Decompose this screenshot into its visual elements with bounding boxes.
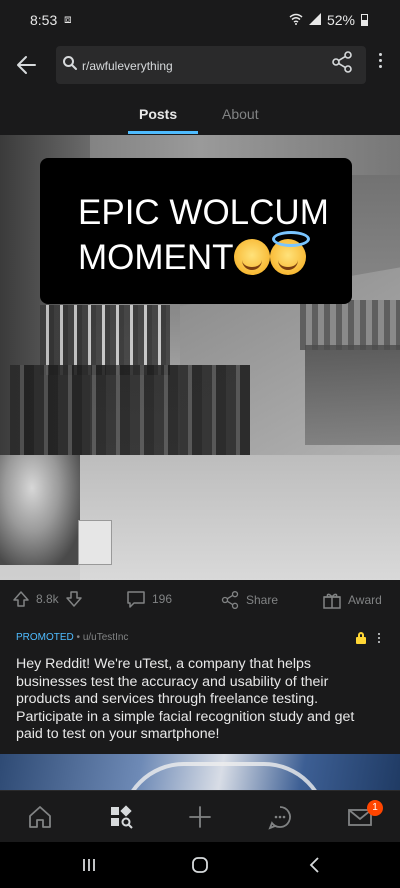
share-icon bbox=[220, 590, 240, 610]
screen-cast-icon: ⧈ bbox=[64, 12, 72, 26]
gift-icon bbox=[322, 590, 342, 610]
ad-title[interactable]: Hey Reddit! We're uTest, a company that … bbox=[16, 656, 384, 744]
lock-icon bbox=[356, 632, 366, 644]
inbox-badge: 1 bbox=[367, 800, 383, 816]
home-icon[interactable] bbox=[26, 803, 54, 831]
halo-face-icon bbox=[269, 231, 310, 275]
meme-caption-box: EPIC WOLCUM MOMENT bbox=[40, 158, 352, 304]
post-actions: 8.8k 196 Share Award bbox=[0, 580, 400, 620]
system-nav-bar bbox=[0, 842, 400, 888]
share-icon[interactable] bbox=[330, 50, 354, 79]
post-image[interactable]: EPIC WOLCUM MOMENT bbox=[0, 135, 400, 580]
image-worker bbox=[0, 455, 80, 565]
search-icon bbox=[62, 55, 78, 76]
signal-icon bbox=[308, 12, 321, 28]
caption-line-1: EPIC WOLCUM bbox=[78, 193, 329, 232]
status-icons: 52% bbox=[289, 12, 368, 28]
upvote-icon[interactable] bbox=[12, 590, 30, 608]
more-options-icon[interactable] bbox=[374, 50, 386, 80]
image-stone-block bbox=[78, 520, 112, 565]
back-arrow-icon[interactable] bbox=[14, 52, 40, 78]
system-back-icon[interactable] bbox=[306, 856, 324, 879]
image-shed bbox=[300, 300, 400, 350]
top-bar: r/awfuleverything bbox=[0, 40, 400, 90]
ad-more-options-icon[interactable] bbox=[376, 632, 382, 646]
comment-count: 196 bbox=[152, 592, 173, 606]
active-tab-indicator bbox=[128, 131, 198, 134]
award-button[interactable]: Award bbox=[322, 590, 382, 610]
meme-caption: EPIC WOLCUM MOMENT bbox=[78, 190, 338, 280]
ad-meta: PROMOTED • u/uTestInc bbox=[16, 632, 128, 643]
image-shed-base bbox=[305, 345, 400, 445]
meta-separator: • bbox=[73, 632, 83, 643]
communities-icon[interactable] bbox=[107, 803, 135, 831]
comments-button[interactable]: 196 bbox=[126, 590, 172, 608]
downvote-icon[interactable] bbox=[65, 590, 83, 608]
recent-apps-icon[interactable] bbox=[80, 856, 98, 879]
comment-icon bbox=[126, 590, 146, 608]
create-post-icon[interactable] bbox=[186, 803, 214, 831]
tab-posts[interactable]: Posts bbox=[139, 106, 177, 122]
tab-about[interactable]: About bbox=[222, 106, 259, 122]
battery-percent: 52% bbox=[326, 12, 355, 28]
promoted-label: PROMOTED bbox=[16, 632, 74, 643]
clock: 8:53 bbox=[30, 12, 58, 28]
search-query: r/awfuleverything bbox=[82, 59, 173, 73]
smiling-face-icon bbox=[233, 239, 270, 275]
battery-icon bbox=[361, 14, 368, 26]
vote-count: 8.8k bbox=[36, 592, 59, 606]
chat-icon[interactable] bbox=[266, 803, 294, 831]
promoted-post[interactable]: PROMOTED • u/uTestInc Hey Reddit! We're … bbox=[0, 620, 400, 800]
subreddit-tabs: Posts About bbox=[0, 90, 400, 135]
status-bar: 8:53 ⧈ 52% bbox=[0, 0, 400, 40]
image-ground bbox=[80, 455, 400, 580]
caption-line-2: MOMENT bbox=[78, 238, 234, 277]
home-button-icon[interactable] bbox=[191, 856, 209, 879]
share-button[interactable]: Share bbox=[220, 590, 278, 610]
bottom-nav bbox=[0, 790, 400, 842]
wifi-icon bbox=[289, 12, 303, 28]
search-bar[interactable]: r/awfuleverything bbox=[56, 46, 366, 84]
vote-group: 8.8k bbox=[12, 590, 83, 608]
share-label: Share bbox=[246, 593, 279, 607]
award-label: Award bbox=[348, 593, 382, 607]
ad-username[interactable]: u/uTestInc bbox=[83, 632, 129, 643]
